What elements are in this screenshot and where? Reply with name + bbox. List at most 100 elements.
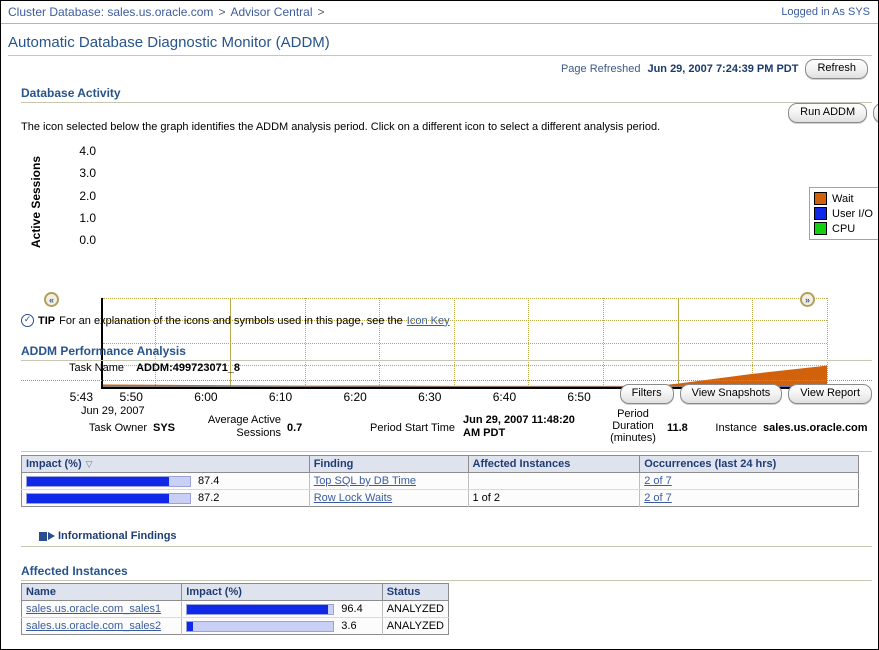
legend-item: Wait [814,191,879,206]
tip-row: ✓ TIP For an explanation of the icons an… [21,314,450,327]
findings-cell-impact: 87.4 [22,473,310,490]
performance-analysis-title: ADDM Performance Analysis [21,344,186,358]
findings-cell-finding: Row Lock Waits [309,490,468,507]
icon-key-link[interactable]: Icon Key [407,315,450,327]
task-action-buttons: Filters View Snapshots View Report [620,384,872,404]
breadcrumb-item-advisor-central[interactable]: Advisor Central [230,5,312,19]
breadcrumb-separator-1: > [218,5,225,19]
findings-cell-impact: 87.2 [22,490,310,507]
findings-column-finding[interactable]: Finding [309,456,468,473]
breadcrumb-separator-2: > [317,5,324,19]
sort-descending-icon: ▽ [86,459,93,470]
view-snapshots-button[interactable]: View Snapshots [680,384,783,404]
task-name-divider [21,380,872,382]
impact-value: 87.2 [198,492,219,504]
filters-button[interactable]: Filters [620,384,674,404]
database-activity-heading: Database Activity [21,86,121,100]
chart-x-tick: 5:50 [120,390,143,404]
next-period-icon[interactable]: » [800,292,815,307]
title-divider [8,55,872,56]
page-title: Automatic Database Diagnostic Monitor (A… [8,34,330,51]
chart-x-tick: 5:43 [70,390,93,404]
task-name-row: Task Name ADDM:499723071_8 [69,362,240,374]
findings-cell-occurrences: 2 of 7 [640,490,859,507]
legend-swatch-icon [814,207,827,220]
findings-column-impact[interactable]: Impact (%)▽ [22,456,310,473]
period-start-time-value: Jun 29, 2007 11:48:20 AM PDT [463,414,583,440]
instance-cell-impact: 3.6 [182,618,382,635]
breadcrumb-trail: Cluster Database: sales.us.oracle.com > … [1,5,325,19]
chart-x-tick: 6:50 [567,390,590,404]
instance-name-link[interactable]: sales.us.oracle.com_sales2 [26,620,161,632]
findings-cell-affected-instances [468,473,640,490]
expand-triangle-icon [48,532,55,540]
average-active-sessions-value: 0.7 [287,422,302,434]
impact-bar [26,493,191,504]
informational-findings-toggle[interactable]: Informational Findings [39,530,177,542]
legend-label: Wait [832,193,854,205]
table-row: 87.4 Top SQL by DB Time 2 of 7 [22,473,859,490]
chart-x-tick: 6:10 [269,390,292,404]
tip-text: For an explanation of the icons and symb… [59,315,403,327]
task-details-divider [21,451,872,452]
find-button[interactable]: Fir [873,103,879,123]
period-start-time-label: Period Start Time [355,422,455,434]
instance-cell-name: sales.us.oracle.com_sales1 [22,601,182,618]
table-row: sales.us.oracle.com_sales2 3.6ANALYZED [22,618,449,635]
affected-instances-header-row: Name Impact (%) Status [22,584,449,601]
database-activity-title: Database Activity [21,86,121,100]
period-duration-label: Period Duration (minutes) [607,408,659,444]
legend-label: CPU [832,223,855,235]
expand-bar-icon [39,532,47,541]
affected-column-name[interactable]: Name [22,584,182,601]
chart-x-tick: 6:40 [493,390,516,404]
chart-legend: Wait User I/O CPU [809,187,879,240]
table-row: 87.2Row Lock Waits1 of 22 of 7 [22,490,859,507]
instance-name-link[interactable]: sales.us.oracle.com_sales1 [26,603,161,615]
findings-column-occurrences[interactable]: Occurrences (last 24 hrs) [640,456,859,473]
chart-plot-area [101,298,827,389]
average-active-sessions-label: Average Active Sessions [185,414,281,440]
affected-instances-table: Name Impact (%) Status sales.us.oracle.c… [21,583,449,635]
page-refreshed-value: Jun 29, 2007 7:24:39 PM PDT [647,63,798,75]
previous-period-icon[interactable]: « [44,292,59,307]
breadcrumb-item-cluster-database[interactable]: Cluster Database: sales.us.oracle.com [8,5,213,19]
chart-y-tick: 1.0 [56,211,96,225]
activity-action-buttons: Run ADDM Fir [788,103,879,123]
chart-x-tick: 6:20 [343,390,366,404]
chart-x-tick: 6:30 [418,390,441,404]
occurrences-link[interactable]: 2 of 7 [644,475,672,487]
instance-label: Instance [705,422,757,434]
refresh-button[interactable]: Refresh [805,59,868,79]
findings-table-header-row: Impact (%)▽ Finding Affected Instances O… [22,456,859,473]
page-refreshed-row: Page Refreshed Jun 29, 2007 7:24:39 PM P… [561,59,868,79]
impact-value: 87.4 [198,475,219,487]
findings-column-affected-instances[interactable]: Affected Instances [468,456,640,473]
finding-link[interactable]: Top SQL by DB Time [314,475,416,487]
instance-cell-status: ANALYZED [382,618,448,635]
chart-y-tick: 4.0 [56,144,96,158]
finding-link[interactable]: Row Lock Waits [314,492,392,504]
affected-column-status[interactable]: Status [382,584,448,601]
legend-swatch-icon [814,192,827,205]
occurrences-link[interactable]: 2 of 7 [644,492,672,504]
run-addm-button[interactable]: Run ADDM [788,103,867,123]
legend-item: User I/O [814,206,879,221]
chart-x-tick: 6:00 [194,390,217,404]
affected-instances-heading: Affected Instances [21,564,128,578]
performance-analysis-heading: ADDM Performance Analysis [21,344,186,358]
view-report-button[interactable]: View Report [788,384,872,404]
affected-column-impact[interactable]: Impact (%) [182,584,382,601]
addm-page: Cluster Database: sales.us.oracle.com > … [0,0,879,650]
period-duration-value: 11.8 [667,422,688,434]
page-refreshed-label: Page Refreshed [561,63,641,75]
impact-bar [186,604,334,615]
affected-instances-title: Affected Instances [21,564,128,578]
legend-label: User I/O [832,208,873,220]
informational-findings-label: Informational Findings [58,530,177,542]
tip-label: TIP [38,315,55,327]
findings-cell-finding: Top SQL by DB Time [309,473,468,490]
logged-in-as: Logged in As SYS [781,6,878,18]
task-details: Task Owner SYS Average Active Sessions 0… [19,409,874,449]
findings-table: Impact (%)▽ Finding Affected Instances O… [21,455,859,507]
